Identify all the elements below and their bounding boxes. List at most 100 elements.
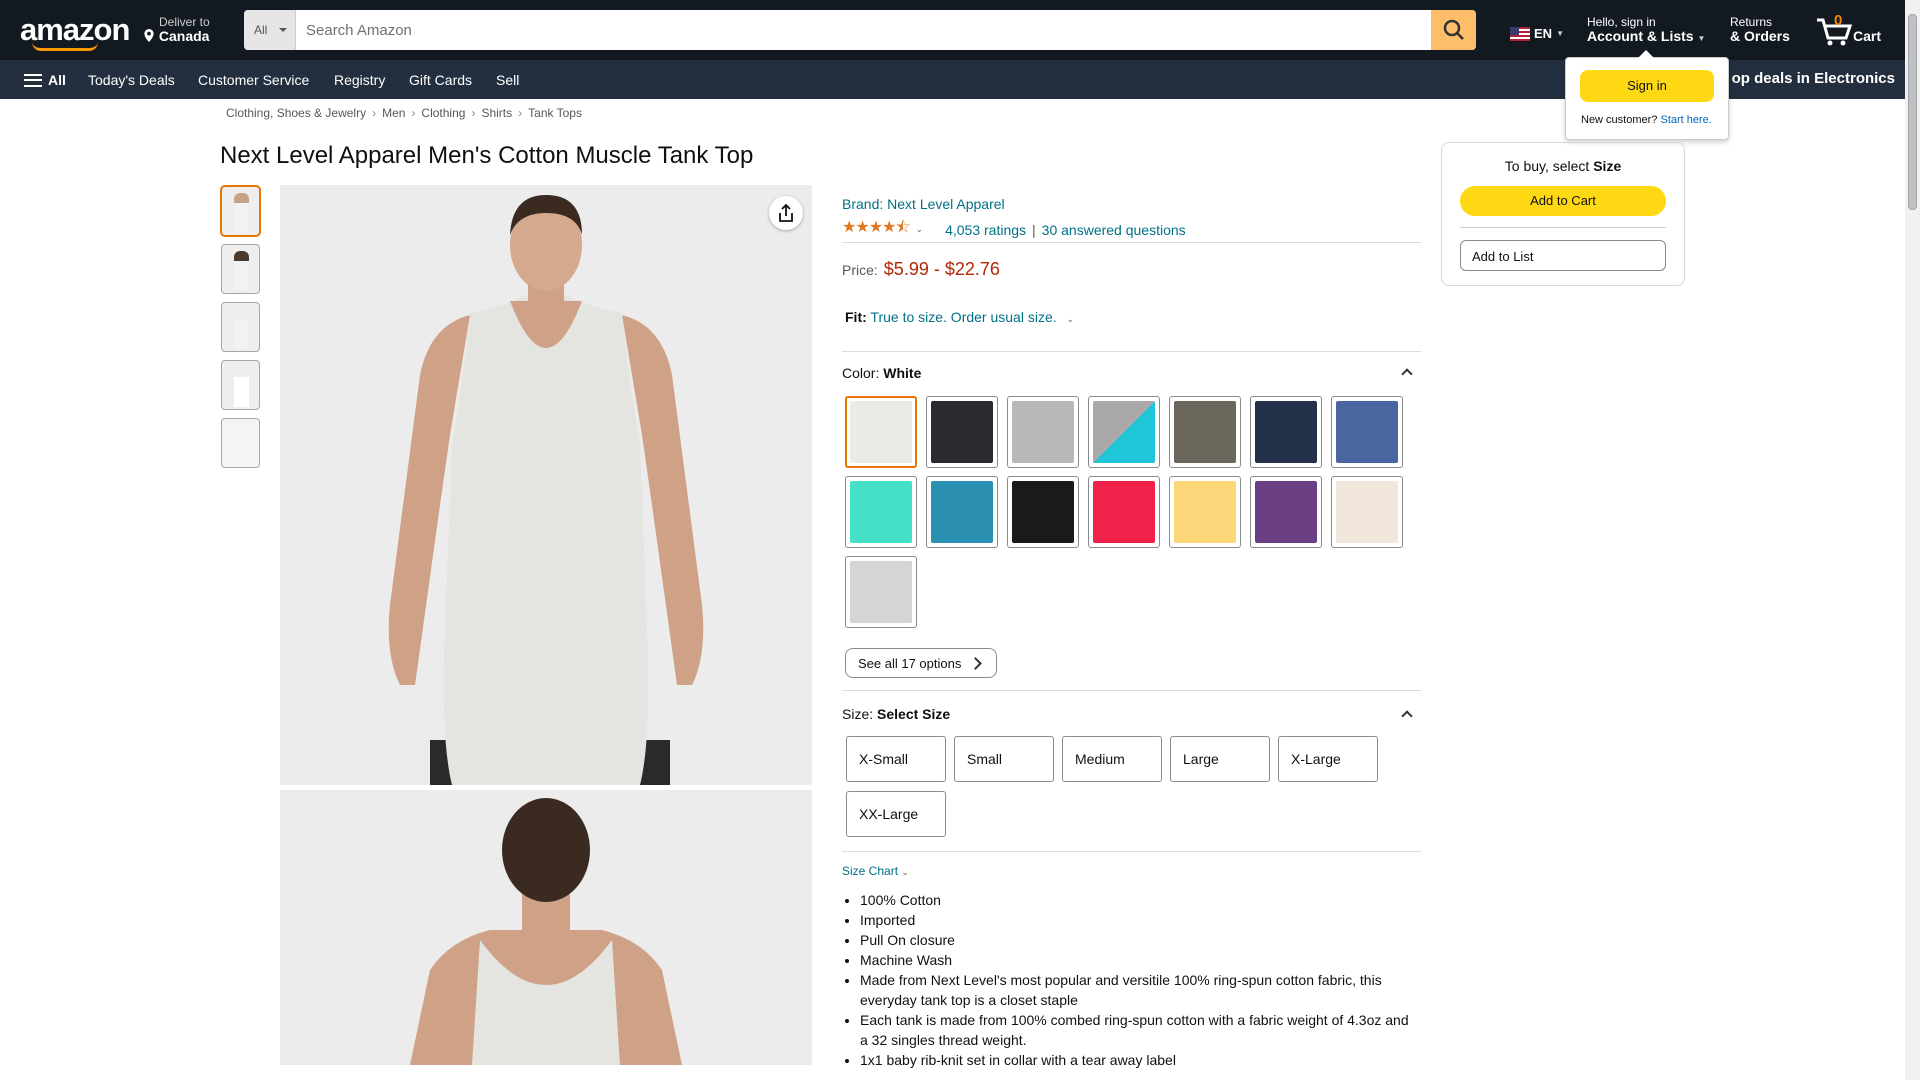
divider bbox=[842, 242, 1421, 243]
size-option[interactable]: Small bbox=[954, 736, 1054, 782]
color-swatch[interactable] bbox=[926, 476, 998, 548]
breadcrumb-item[interactable]: Clothing bbox=[421, 106, 465, 120]
account-lists[interactable]: Hello, sign in Account & Lists ▼ bbox=[1587, 15, 1705, 46]
location-pin-icon bbox=[144, 29, 154, 42]
color-swatch[interactable] bbox=[1250, 396, 1322, 468]
returns-orders[interactable]: Returns & Orders bbox=[1730, 15, 1790, 43]
divider bbox=[842, 851, 1421, 852]
search-bar: All bbox=[244, 10, 1476, 50]
breadcrumb-item[interactable]: Clothing, Shoes & Jewelry bbox=[226, 106, 366, 120]
feature-bullet: 100% Cotton bbox=[860, 890, 1420, 910]
breadcrumb-item[interactable]: Shirts bbox=[481, 106, 512, 120]
divider bbox=[1460, 227, 1666, 228]
answered-questions-link[interactable]: 30 answered questions bbox=[1042, 222, 1186, 238]
nav-todays-deals[interactable]: Today's Deals bbox=[88, 72, 175, 88]
caret-down-icon: ▼ bbox=[1556, 29, 1564, 38]
product-thumbnail[interactable] bbox=[221, 244, 260, 294]
color-swatch[interactable] bbox=[845, 396, 917, 468]
nav-registry[interactable]: Registry bbox=[334, 72, 385, 88]
color-swatch[interactable] bbox=[1007, 476, 1079, 548]
hamburger-icon bbox=[24, 73, 42, 87]
us-flag-icon bbox=[1510, 26, 1530, 41]
breadcrumb-item[interactable]: Men bbox=[382, 106, 405, 120]
color-value: White bbox=[883, 365, 922, 381]
color-swatch[interactable] bbox=[1169, 396, 1241, 468]
color-swatch[interactable] bbox=[926, 396, 998, 468]
search-button[interactable] bbox=[1431, 10, 1476, 50]
color-swatch[interactable] bbox=[845, 476, 917, 548]
share-icon bbox=[779, 204, 793, 222]
all-menu-button[interactable]: All bbox=[24, 72, 66, 88]
add-to-cart-button[interactable]: Add to Cart bbox=[1460, 186, 1666, 216]
star-rating-icon[interactable]: ★★★★⯪ bbox=[842, 216, 911, 243]
fit-value[interactable]: True to size. Order usual size. bbox=[870, 309, 1056, 325]
color-swatch[interactable] bbox=[1088, 476, 1160, 548]
fit-row[interactable]: Fit: True to size. Order usual size. ⌄ bbox=[845, 309, 1074, 325]
product-thumbnail[interactable] bbox=[221, 418, 260, 468]
color-swatch[interactable] bbox=[1331, 476, 1403, 548]
language-selector[interactable]: EN ▼ bbox=[1510, 26, 1564, 41]
orders-label: & Orders bbox=[1730, 28, 1790, 44]
signin-button[interactable]: Sign in bbox=[1580, 70, 1714, 102]
swatch-color-fill bbox=[1093, 401, 1155, 463]
deliver-location: Canada bbox=[143, 29, 210, 43]
size-option[interactable]: Medium bbox=[1062, 736, 1162, 782]
size-option[interactable]: X-Small bbox=[846, 736, 946, 782]
nav-gift-cards[interactable]: Gift Cards bbox=[409, 72, 472, 88]
deliver-to[interactable]: Deliver to Canada bbox=[143, 15, 210, 43]
swatch-color-fill bbox=[1012, 401, 1074, 463]
feature-bullet: Machine Wash bbox=[860, 950, 1420, 970]
size-option[interactable]: XX-Large bbox=[846, 791, 946, 837]
ratings-link[interactable]: 4,053 ratings bbox=[945, 222, 1026, 238]
color-swatch[interactable] bbox=[1007, 396, 1079, 468]
fit-label: Fit: bbox=[845, 309, 867, 325]
cart-count: 0 bbox=[1834, 12, 1843, 29]
color-swatch[interactable] bbox=[1331, 396, 1403, 468]
product-secondary-image[interactable] bbox=[280, 790, 812, 1065]
nav-customer-service[interactable]: Customer Service bbox=[198, 72, 309, 88]
account-label: Account & Lists ▼ bbox=[1587, 28, 1706, 44]
buy-box: To buy, select Size Add to Cart Add to L… bbox=[1441, 142, 1685, 286]
feature-bullet: Imported bbox=[860, 910, 1420, 930]
see-all-options-button[interactable]: See all 17 options bbox=[845, 648, 997, 678]
product-thumbnail[interactable] bbox=[221, 360, 260, 410]
price-label: Price: bbox=[842, 262, 878, 278]
color-swatch[interactable] bbox=[1088, 396, 1160, 468]
swatch-color-fill bbox=[850, 481, 912, 543]
signin-flyout: Sign in New customer? Start here. bbox=[1565, 50, 1729, 140]
collapse-chevron-icon[interactable] bbox=[1401, 710, 1413, 722]
size-option[interactable]: Large bbox=[1170, 736, 1270, 782]
collapse-chevron-icon[interactable] bbox=[1401, 368, 1413, 380]
share-button[interactable] bbox=[769, 196, 803, 230]
color-swatch[interactable] bbox=[1250, 476, 1322, 548]
swatch-color-fill bbox=[1174, 481, 1236, 543]
add-to-list-button[interactable]: Add to List bbox=[1460, 240, 1666, 271]
search-input[interactable] bbox=[296, 10, 1432, 50]
brand-link[interactable]: Brand: Next Level Apparel bbox=[842, 196, 1005, 212]
breadcrumb-item[interactable]: Tank Tops bbox=[528, 106, 582, 120]
swatch-color-fill bbox=[931, 401, 993, 463]
feature-bullet: Each tank is made from 100% combed ring-… bbox=[860, 1010, 1420, 1050]
size-chart-link[interactable]: Size Chart ⌄ bbox=[842, 864, 909, 878]
color-swatches bbox=[845, 396, 1415, 628]
product-thumbnail[interactable] bbox=[221, 186, 260, 236]
start-here-link[interactable]: Start here. bbox=[1660, 114, 1711, 126]
product-title: Next Level Apparel Men's Cotton Muscle T… bbox=[220, 142, 754, 169]
swatch-color-fill bbox=[1336, 481, 1398, 543]
color-swatch[interactable] bbox=[1169, 476, 1241, 548]
product-main-image[interactable] bbox=[280, 185, 812, 785]
size-option[interactable]: X-Large bbox=[1278, 736, 1378, 782]
new-customer-text: New customer? Start here. bbox=[1581, 114, 1712, 126]
scrollbar-thumb[interactable] bbox=[1908, 14, 1917, 210]
returns-label: Returns bbox=[1730, 15, 1773, 29]
breadcrumb: Clothing, Shoes & Jewelry › Men › Clothing… bbox=[226, 106, 582, 120]
chevron-down-icon[interactable]: ⌄ bbox=[916, 224, 924, 235]
color-swatch[interactable] bbox=[845, 556, 917, 628]
page-scrollbar[interactable] bbox=[1905, 0, 1920, 1080]
search-category-select[interactable]: All bbox=[244, 10, 296, 50]
nav-sell[interactable]: Sell bbox=[496, 72, 519, 88]
promo-link[interactable]: op deals in Electronics bbox=[1732, 70, 1895, 87]
product-thumbnail[interactable] bbox=[221, 302, 260, 352]
price-value: $5.99 - $22.76 bbox=[883, 259, 1000, 279]
swatch-color-fill bbox=[1255, 401, 1317, 463]
